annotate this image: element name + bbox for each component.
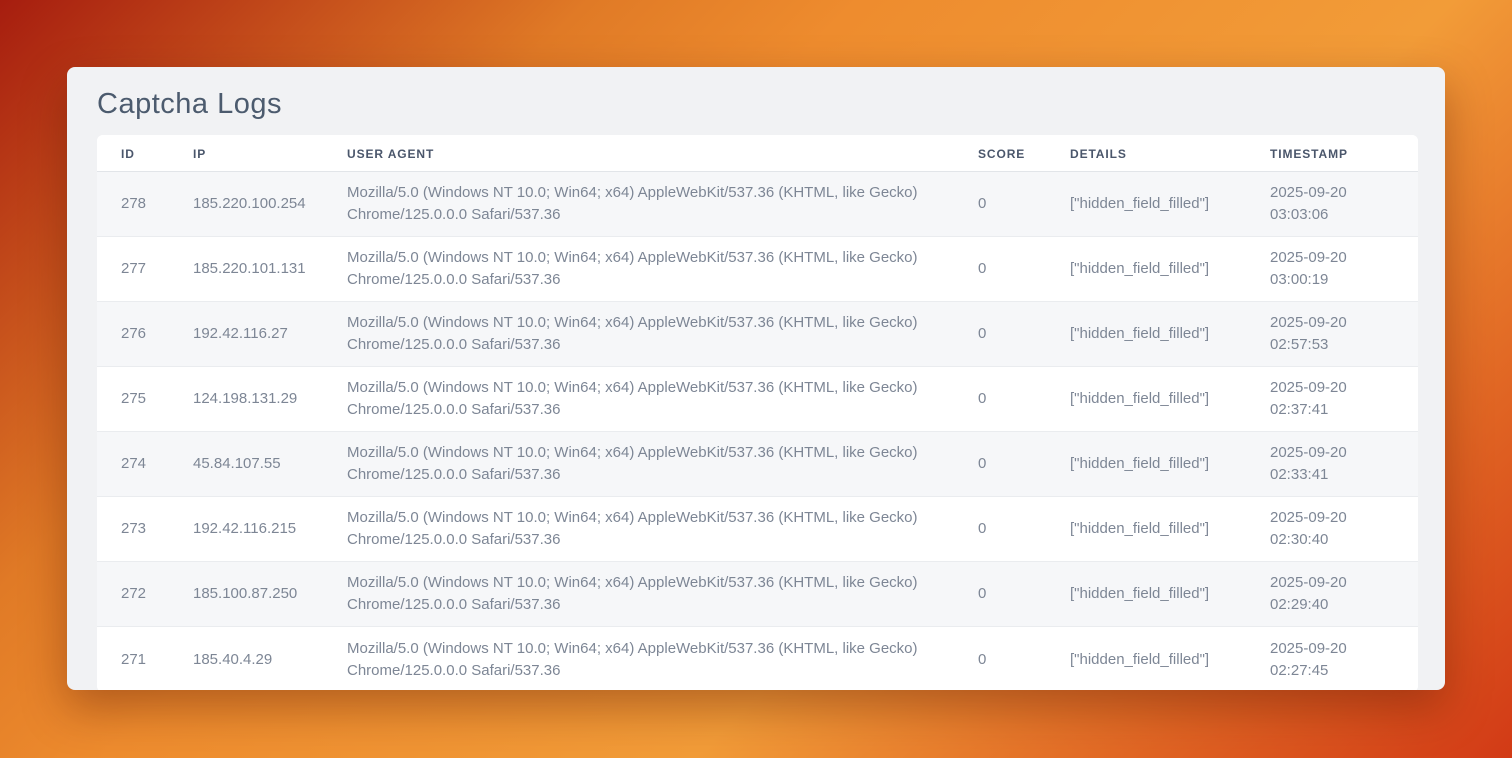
table-row: 271185.40.4.29Mozilla/5.0 (Windows NT 10… [97, 627, 1418, 690]
cell-id: 278 [97, 172, 169, 237]
cell-score: 0 [954, 497, 1046, 562]
cell-user_agent: Mozilla/5.0 (Windows NT 10.0; Win64; x64… [323, 237, 954, 302]
cell-details: ["hidden_field_filled"] [1046, 302, 1246, 367]
cell-details: ["hidden_field_filled"] [1046, 172, 1246, 237]
table-row: 276192.42.116.27Mozilla/5.0 (Windows NT … [97, 302, 1418, 367]
cell-ip: 124.198.131.29 [169, 367, 323, 432]
table-row: 275124.198.131.29Mozilla/5.0 (Windows NT… [97, 367, 1418, 432]
cell-id: 276 [97, 302, 169, 367]
table-header-row: IDIPUSER AGENTSCOREDETAILSTIMESTAMP [97, 135, 1418, 172]
table-row: 278185.220.100.254Mozilla/5.0 (Windows N… [97, 172, 1418, 237]
captcha-logs-table: IDIPUSER AGENTSCOREDETAILSTIMESTAMP 2781… [97, 135, 1418, 690]
cell-id: 272 [97, 562, 169, 627]
captcha-logs-card: Captcha Logs IDIPUSER AGENTSCOREDETAILST… [67, 67, 1445, 690]
cell-timestamp: 2025-09-20 02:33:41 [1246, 432, 1418, 497]
cell-details: ["hidden_field_filled"] [1046, 432, 1246, 497]
page-title: Captcha Logs [97, 84, 1418, 124]
cell-ip: 185.220.100.254 [169, 172, 323, 237]
cell-score: 0 [954, 172, 1046, 237]
column-header-user_agent: USER AGENT [323, 135, 954, 172]
cell-ip: 45.84.107.55 [169, 432, 323, 497]
table-row: 27445.84.107.55Mozilla/5.0 (Windows NT 1… [97, 432, 1418, 497]
cell-timestamp: 2025-09-20 02:30:40 [1246, 497, 1418, 562]
table-row: 272185.100.87.250Mozilla/5.0 (Windows NT… [97, 562, 1418, 627]
cell-ip: 185.220.101.131 [169, 237, 323, 302]
cell-timestamp: 2025-09-20 02:27:45 [1246, 627, 1418, 690]
cell-details: ["hidden_field_filled"] [1046, 367, 1246, 432]
cell-details: ["hidden_field_filled"] [1046, 562, 1246, 627]
table-body: 278185.220.100.254Mozilla/5.0 (Windows N… [97, 172, 1418, 690]
column-header-id: ID [97, 135, 169, 172]
cell-ip: 185.100.87.250 [169, 562, 323, 627]
table-row: 277185.220.101.131Mozilla/5.0 (Windows N… [97, 237, 1418, 302]
cell-timestamp: 2025-09-20 03:00:19 [1246, 237, 1418, 302]
cell-ip: 192.42.116.215 [169, 497, 323, 562]
cell-timestamp: 2025-09-20 02:57:53 [1246, 302, 1418, 367]
cell-score: 0 [954, 562, 1046, 627]
cell-user_agent: Mozilla/5.0 (Windows NT 10.0; Win64; x64… [323, 172, 954, 237]
cell-user_agent: Mozilla/5.0 (Windows NT 10.0; Win64; x64… [323, 562, 954, 627]
logs-table-container: IDIPUSER AGENTSCOREDETAILSTIMESTAMP 2781… [97, 135, 1418, 690]
cell-id: 273 [97, 497, 169, 562]
cell-ip: 192.42.116.27 [169, 302, 323, 367]
column-header-ip: IP [169, 135, 323, 172]
cell-user_agent: Mozilla/5.0 (Windows NT 10.0; Win64; x64… [323, 367, 954, 432]
cell-user_agent: Mozilla/5.0 (Windows NT 10.0; Win64; x64… [323, 432, 954, 497]
column-header-score: SCORE [954, 135, 1046, 172]
table-row: 273192.42.116.215Mozilla/5.0 (Windows NT… [97, 497, 1418, 562]
cell-id: 274 [97, 432, 169, 497]
cell-user_agent: Mozilla/5.0 (Windows NT 10.0; Win64; x64… [323, 627, 954, 690]
cell-details: ["hidden_field_filled"] [1046, 497, 1246, 562]
cell-id: 271 [97, 627, 169, 690]
column-header-timestamp: TIMESTAMP [1246, 135, 1418, 172]
cell-details: ["hidden_field_filled"] [1046, 627, 1246, 690]
cell-score: 0 [954, 237, 1046, 302]
page-background: Captcha Logs IDIPUSER AGENTSCOREDETAILST… [0, 0, 1512, 758]
cell-ip: 185.40.4.29 [169, 627, 323, 690]
cell-timestamp: 2025-09-20 02:37:41 [1246, 367, 1418, 432]
cell-timestamp: 2025-09-20 02:29:40 [1246, 562, 1418, 627]
table-head: IDIPUSER AGENTSCOREDETAILSTIMESTAMP [97, 135, 1418, 172]
cell-score: 0 [954, 432, 1046, 497]
cell-score: 0 [954, 627, 1046, 690]
cell-id: 275 [97, 367, 169, 432]
column-header-details: DETAILS [1046, 135, 1246, 172]
cell-timestamp: 2025-09-20 03:03:06 [1246, 172, 1418, 237]
cell-id: 277 [97, 237, 169, 302]
cell-score: 0 [954, 367, 1046, 432]
cell-user_agent: Mozilla/5.0 (Windows NT 10.0; Win64; x64… [323, 497, 954, 562]
cell-score: 0 [954, 302, 1046, 367]
cell-user_agent: Mozilla/5.0 (Windows NT 10.0; Win64; x64… [323, 302, 954, 367]
cell-details: ["hidden_field_filled"] [1046, 237, 1246, 302]
